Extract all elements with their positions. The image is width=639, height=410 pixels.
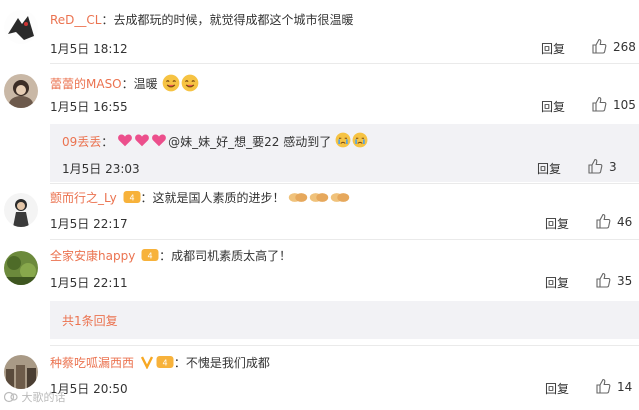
like-count: 268: [613, 40, 636, 54]
username-link[interactable]: 蕾蕾的MASO: [50, 77, 122, 91]
heart-icon: [118, 134, 133, 147]
like-button[interactable]: 268: [591, 38, 636, 54]
heart-icon: [135, 134, 150, 147]
svg-text:4: 4: [129, 194, 134, 203]
watermark: 大歌的话: [3, 389, 66, 405]
svg-text:4: 4: [162, 359, 167, 368]
reply-button[interactable]: 回复: [541, 40, 565, 57]
member-badge-icon: 4: [123, 191, 141, 203]
divider: [50, 239, 639, 240]
like-count: 3: [609, 160, 617, 174]
like-count: 14: [617, 380, 633, 394]
svg-text:4: 4: [148, 252, 153, 261]
clapping-hands-icon: [331, 193, 350, 202]
more-replies-link[interactable]: 共1条回复: [62, 312, 118, 329]
comment-text: 这就是国人素质的进步！: [152, 191, 285, 205]
like-button[interactable]: 105: [591, 96, 636, 112]
reply-button[interactable]: 回复: [545, 380, 569, 397]
thumbs-up-icon: [596, 213, 611, 229]
thumbs-up-icon: [596, 272, 611, 288]
verified-v-icon: [140, 356, 153, 369]
divider: [50, 183, 639, 184]
avatar[interactable]: [4, 251, 38, 285]
avatar[interactable]: [4, 10, 38, 44]
thumbs-up-icon: [592, 38, 607, 54]
avatar[interactable]: [4, 74, 38, 108]
more-replies-box: 共1条回复: [50, 301, 639, 339]
reply-button[interactable]: 回复: [537, 160, 561, 177]
avatar[interactable]: [4, 193, 38, 227]
like-count: 46: [617, 215, 633, 229]
thumbs-up-icon: [588, 158, 603, 174]
comment-time: 1月5日 22:17: [50, 217, 128, 231]
crying-face-icon: [335, 132, 351, 148]
username-link[interactable]: 种蔡吃呱漏西西: [50, 356, 134, 370]
like-button[interactable]: 35: [595, 272, 632, 288]
divider: [50, 345, 639, 346]
happy-face-icon: [181, 74, 198, 92]
like-count: 105: [613, 98, 636, 112]
comment-time: 1月5日 16:55: [50, 100, 128, 114]
like-button[interactable]: 3: [587, 158, 617, 174]
comment-time: 1月5日 23:03: [62, 162, 140, 176]
thumbs-up-icon: [596, 378, 611, 394]
avatar[interactable]: [4, 355, 38, 389]
username-link[interactable]: ReD__CL: [50, 13, 102, 27]
happy-face-icon: [162, 74, 179, 92]
comment-time: 1月5日 22:11: [50, 276, 128, 290]
comment-text: 去成都玩的时候，就觉得成都这个城市很温暖: [113, 13, 354, 27]
comment-text: 温暖: [133, 77, 158, 91]
comment-text: @妹_妹_好_想_要22 感动到了: [168, 135, 332, 149]
username-link[interactable]: 09丢丢: [62, 135, 101, 149]
username-link[interactable]: 颤而行之_Ly: [50, 191, 117, 205]
like-button[interactable]: 46: [595, 213, 632, 229]
divider: [50, 63, 639, 64]
sub-reply-box: 09丢丢： @妹_妹_好_想_要22 感动到了 1月5日 23:03 回复 3: [50, 124, 639, 182]
logo-icon: [3, 391, 18, 403]
reply-button[interactable]: 回复: [541, 98, 565, 115]
reply-button[interactable]: 回复: [545, 274, 569, 291]
like-button[interactable]: 14: [595, 378, 632, 394]
comment-time: 1月5日 18:12: [50, 42, 128, 56]
comment-text: 不愧是我们成都: [185, 356, 270, 370]
clapping-hands-icon: [310, 193, 329, 202]
clapping-hands-icon: [289, 193, 308, 202]
reply-button[interactable]: 回复: [545, 215, 569, 232]
comment-text: 成都司机素质太高了！: [171, 249, 292, 263]
heart-icon: [152, 134, 167, 147]
crying-face-icon: [352, 132, 368, 148]
like-count: 35: [617, 274, 633, 288]
member-badge-icon: 4: [156, 356, 174, 368]
thumbs-up-icon: [592, 96, 607, 112]
member-badge-icon: 4: [141, 249, 159, 261]
username-link[interactable]: 全家安康happy: [50, 249, 135, 263]
